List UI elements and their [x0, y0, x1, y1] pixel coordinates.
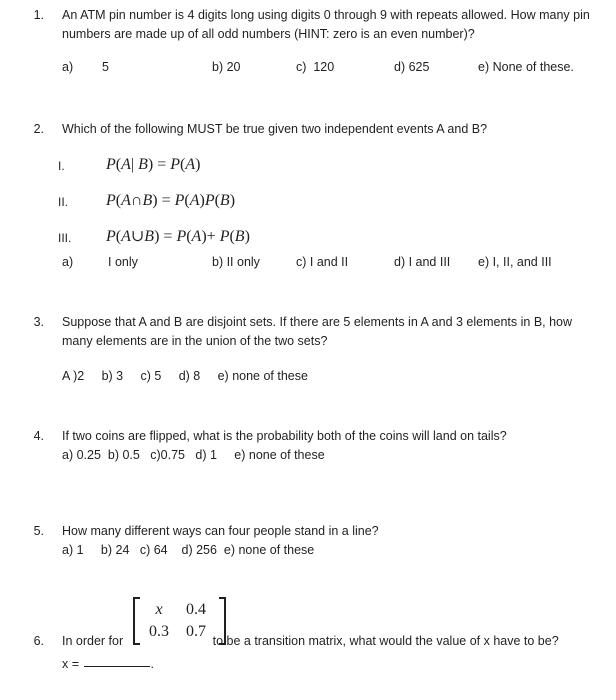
matrix-right-bracket: [219, 597, 226, 645]
question-6: 6. In order for to be a transition matri…: [18, 632, 606, 651]
question-1-option-c[interactable]: c) 120: [296, 58, 334, 76]
matrix-cell-r1c1: x: [155, 601, 163, 618]
question-3: 3. Suppose that A and B are disjoint set…: [18, 313, 606, 350]
question-2: 2. Which of the following MUST be true g…: [18, 120, 606, 139]
question-3-options[interactable]: A )2 b) 3 c) 5 d) 8 e) none of these: [62, 367, 616, 385]
question-4-options[interactable]: a) 0.25 b) 0.5 c)0.75 d) 1 e) none of th…: [62, 446, 616, 464]
question-2-option-d[interactable]: d) I and III: [394, 253, 450, 271]
matrix-grid: x 0.4 0.3 0.7: [140, 597, 219, 645]
question-6-text-after: to be a transition matrix, what would th…: [212, 634, 559, 648]
question-5-number: 5.: [33, 524, 44, 538]
statement-2-formula: P(A∩B) = P(A)P(B): [106, 192, 236, 209]
question-6-answer-line[interactable]: x = .: [62, 655, 154, 673]
matrix-cell-r1c2: 0.4: [186, 601, 206, 618]
question-2-number: 2.: [33, 122, 44, 136]
answer-prompt-prefix: x =: [62, 657, 83, 671]
question-5: 5. How many different ways can four peop…: [18, 522, 606, 541]
transition-matrix: x 0.4 0.3 0.7: [133, 597, 226, 645]
statement-3-label: III.: [58, 231, 72, 245]
answer-blank[interactable]: [83, 666, 150, 667]
question-1-option-b[interactable]: b) 20: [212, 58, 241, 76]
question-2-statements: I. P(A| B) = P(A) II. P(A∩B) = P(A)P(B) …: [58, 156, 598, 266]
question-1-text: An ATM pin number is 4 digits long using…: [62, 8, 590, 41]
question-5-text: How many different ways can four people …: [62, 524, 379, 538]
question-1: 1. An ATM pin number is 4 digits long us…: [18, 6, 606, 43]
statement-3-formula: P(A∪B) = P(A)+ P(B): [106, 228, 250, 245]
statement-2-label: II.: [58, 195, 69, 209]
answer-prompt-suffix: .: [150, 657, 154, 671]
question-2-option-a-value[interactable]: I only: [108, 253, 138, 271]
statement-row-2: II. P(A∩B) = P(A)P(B): [58, 192, 598, 230]
question-2-option-a-label[interactable]: a): [62, 253, 73, 271]
question-2-option-e[interactable]: e) I, II, and III: [478, 253, 552, 271]
question-1-number: 1.: [33, 8, 44, 22]
question-2-text: Which of the following MUST be true give…: [62, 122, 488, 136]
question-4-text: If two coins are flipped, what is the pr…: [62, 429, 507, 443]
statement-1-formula: P(A| B) = P(A): [106, 156, 201, 173]
question-4-number: 4.: [33, 429, 44, 443]
question-2-option-c[interactable]: c) I and II: [296, 253, 348, 271]
question-5-options[interactable]: a) 1 b) 24 c) 64 d) 256 e) none of these: [62, 541, 616, 559]
question-6-number: 6.: [33, 634, 44, 648]
statement-row-1: I. P(A| B) = P(A): [58, 156, 598, 194]
question-6-text-before: In order for: [62, 634, 124, 648]
matrix-cell-r2c2: 0.7: [186, 623, 206, 640]
question-1-option-a-value[interactable]: 5: [102, 58, 109, 76]
question-1-option-d[interactable]: d) 625: [394, 58, 429, 76]
matrix-left-bracket: [133, 597, 140, 645]
question-3-text: Suppose that A and B are disjoint sets. …: [62, 315, 573, 348]
question-1-option-e[interactable]: e) None of these.: [478, 58, 574, 76]
question-1-option-a-label[interactable]: a): [62, 58, 73, 76]
question-2-option-b[interactable]: b) II only: [212, 253, 260, 271]
question-4: 4. If two coins are flipped, what is the…: [18, 427, 606, 446]
question-3-number: 3.: [33, 315, 44, 329]
matrix-cell-r2c1: 0.3: [149, 623, 169, 640]
worksheet-page: 1. An ATM pin number is 4 digits long us…: [0, 0, 616, 700]
statement-1-label: I.: [58, 159, 65, 173]
